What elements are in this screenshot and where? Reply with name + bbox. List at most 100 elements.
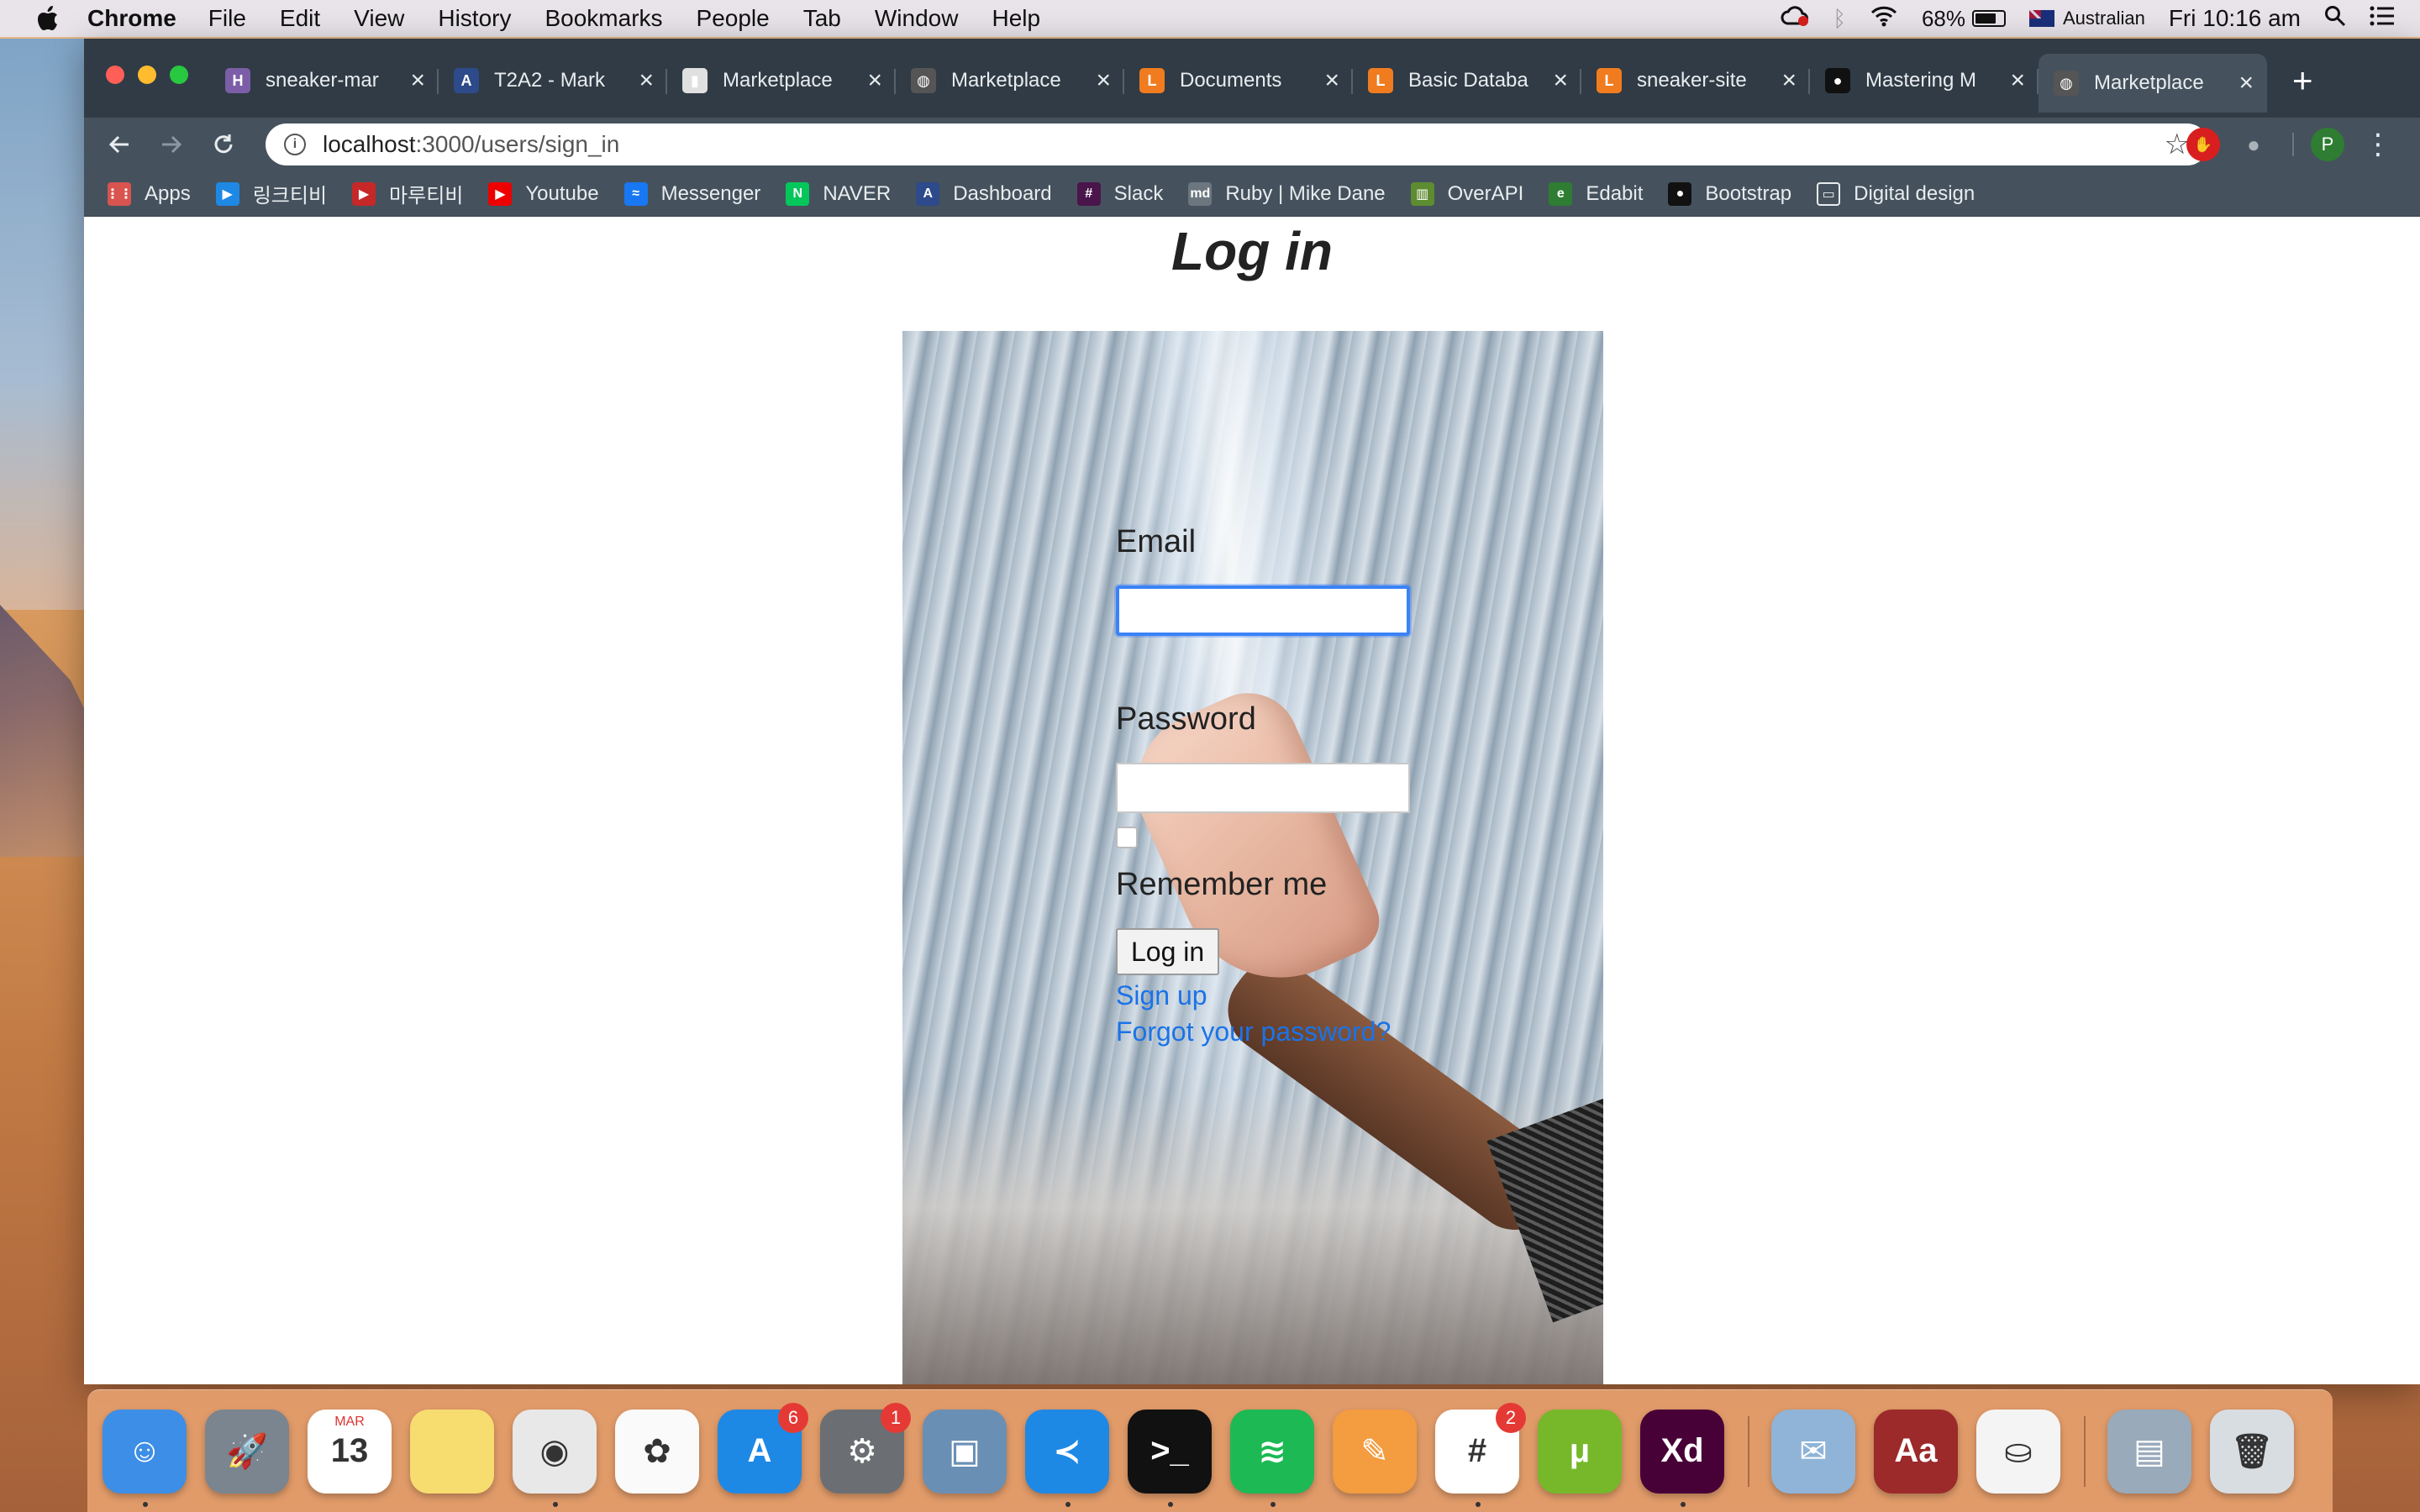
close-tab-icon[interactable]: × <box>2010 66 2025 95</box>
browser-tab[interactable]: ▮ Marketplace × <box>667 57 896 104</box>
dock-icon-glyph: ◉ <box>539 1432 570 1470</box>
dock-icon-glyph: ⚙ <box>847 1432 877 1470</box>
browser-tab[interactable]: Lsneaker-site × <box>1581 57 1810 104</box>
adblock-extension-icon[interactable]: ✋ <box>2186 128 2220 161</box>
bookmark-item[interactable]: A Dashboard <box>916 181 1052 206</box>
bookmark-item[interactable]: ≈ Messenger <box>623 181 760 206</box>
extension-icon[interactable]: ● <box>2237 128 2270 161</box>
menu-history[interactable]: History <box>438 5 511 32</box>
forgot-password-link[interactable]: Forgot your password? <box>1116 1016 1536 1047</box>
app-store-icon[interactable]: A6 <box>718 1402 808 1494</box>
spotlight-search-icon[interactable] <box>2324 5 2346 33</box>
browser-tab[interactable]: L Basic Databa × <box>1353 57 1581 104</box>
close-tab-icon[interactable]: × <box>639 66 654 95</box>
close-tab-icon[interactable]: × <box>2238 69 2254 97</box>
menu-bookmarks[interactable]: Bookmarks <box>544 5 662 32</box>
close-tab-icon[interactable]: × <box>1096 66 1111 95</box>
browser-tab[interactable]: ◍ Marketplace × <box>896 57 1124 104</box>
menu-tab[interactable]: Tab <box>803 5 841 32</box>
sign-up-link[interactable]: Sign up <box>1116 980 1536 1011</box>
photos-icon[interactable]: ✿ <box>615 1409 699 1494</box>
close-tab-icon[interactable]: × <box>1553 66 1568 95</box>
finder-icon[interactable]: ☺ <box>103 1409 187 1507</box>
bluetooth-icon[interactable]: ᛒ <box>1833 6 1846 32</box>
mail-icon[interactable]: ✉ <box>1771 1409 1855 1494</box>
browser-tab[interactable]: ● Mastering M × <box>1810 57 2039 104</box>
utorrent-icon[interactable]: μ <box>1538 1409 1622 1494</box>
dock-icon-glyph: ✉ <box>1799 1432 1828 1470</box>
chrome-icon[interactable]: ◉ <box>513 1409 597 1507</box>
reload-button[interactable] <box>207 128 240 161</box>
wifi-icon[interactable] <box>1870 5 1898 33</box>
sequel-pro-icon[interactable]: ⛀ <box>1976 1409 2060 1494</box>
notes-icon[interactable] <box>410 1409 494 1494</box>
close-tab-icon[interactable]: × <box>410 66 425 95</box>
tab-strip: Hsneaker-mar × A T2A2 - Mark × ▮ Marketplace × ◍… <box>84 39 2420 118</box>
browser-tab[interactable]: ◍ Marketplace × <box>2039 54 2267 113</box>
slack-icon[interactable]: #2 <box>1435 1402 1526 1507</box>
pages-icon[interactable]: ✎ <box>1333 1409 1417 1494</box>
vscode-icon[interactable]: ≺ <box>1025 1409 1109 1507</box>
document-icon: ▮ <box>682 68 708 93</box>
menu-view[interactable]: View <box>354 5 404 32</box>
bookmark-item[interactable]: ▶ 링크티비 <box>215 179 327 208</box>
apple-menu-icon[interactable] <box>34 4 62 33</box>
close-tab-icon[interactable]: × <box>1781 66 1797 95</box>
tab-title: sneaker-site <box>1637 69 1747 92</box>
battery-status[interactable]: 68% <box>1922 6 2006 32</box>
dictionary-icon[interactable]: Aa <box>1874 1409 1958 1494</box>
menu-help[interactable]: Help <box>992 5 1040 32</box>
forward-button[interactable] <box>155 128 188 161</box>
menu-people[interactable]: People <box>697 5 770 32</box>
chrome-menu-icon[interactable]: ⋮ <box>2361 128 2395 161</box>
menu-window[interactable]: Window <box>875 5 959 32</box>
browser-tab[interactable]: Hsneaker-mar × <box>210 57 439 104</box>
back-button[interactable] <box>103 128 136 161</box>
new-tab-button[interactable]: + <box>2292 57 2313 118</box>
menu-file[interactable]: File <box>208 5 246 32</box>
bookmark-item[interactable]: ▥ OverAPI <box>1410 181 1523 206</box>
browser-tab[interactable]: L Documents × <box>1124 57 1353 104</box>
adobe-xd-icon[interactable]: Xd <box>1640 1409 1724 1507</box>
creative-cloud-icon[interactable] <box>1781 5 1809 33</box>
launchpad-icon[interactable]: 🚀 <box>205 1409 289 1494</box>
bookmark-item[interactable]: ▭ Digital design <box>1817 181 1975 206</box>
menu-bar-clock[interactable]: Fri 10:16 am <box>2169 5 2301 32</box>
browser-tab[interactable]: A T2A2 - Mark × <box>439 57 667 104</box>
bookmark-item[interactable]: md Ruby | Mike Dane <box>1188 181 1386 206</box>
email-field[interactable] <box>1116 585 1410 636</box>
canvas-icon: A <box>916 181 940 206</box>
menu-edit[interactable]: Edit <box>280 5 320 32</box>
trash-icon[interactable]: 🗑 <box>2210 1409 2294 1494</box>
preview-icon[interactable]: ▣ <box>923 1409 1007 1494</box>
menu-app-name[interactable]: Chrome <box>87 5 176 32</box>
password-field[interactable] <box>1116 763 1410 813</box>
site-info-icon[interactable]: i <box>284 134 306 155</box>
input-source[interactable]: Australian <box>2028 8 2145 29</box>
profile-avatar[interactable]: P <box>2311 128 2344 161</box>
bookmark-item[interactable]: e Edabit <box>1549 181 1643 206</box>
downloads-stack-icon[interactable]: ▤ <box>2107 1409 2191 1494</box>
bookmark-item[interactable]: ⋮⋮ Apps <box>106 181 191 206</box>
calendar-icon[interactable]: 13 MAR <box>308 1409 392 1494</box>
terminal-icon[interactable]: >_ <box>1128 1409 1212 1507</box>
bookmark-item[interactable]: # Slack <box>1076 181 1163 206</box>
remember-me-checkbox[interactable] <box>1116 827 1138 848</box>
system-preferences-icon[interactable]: ⚙ 1 <box>820 1402 911 1494</box>
zoom-window-button[interactable] <box>170 66 188 84</box>
naver-icon: N <box>786 181 810 206</box>
close-tab-icon[interactable]: × <box>867 66 882 95</box>
notification-center-icon[interactable] <box>2370 6 2395 32</box>
bookmark-item[interactable]: ▶ 마루티비 <box>352 179 463 208</box>
bookmark-item[interactable]: N NAVER <box>786 181 891 206</box>
close-window-button[interactable] <box>106 66 124 84</box>
address-bar[interactable]: i localhost:3000/users/sign_in ☆ <box>266 123 2208 165</box>
bookmark-item[interactable]: ▶ Youtube <box>488 181 599 206</box>
bookmark-label: Apps <box>145 181 191 205</box>
spotify-icon[interactable]: ≋ <box>1230 1409 1314 1507</box>
bookmark-item[interactable]: ● Bootstrap <box>1668 181 1791 206</box>
close-tab-icon[interactable]: × <box>1324 66 1339 95</box>
minimize-window-button[interactable] <box>138 66 156 84</box>
login-button[interactable]: Log in <box>1116 928 1220 975</box>
tab-title: Marketplace <box>723 69 833 92</box>
